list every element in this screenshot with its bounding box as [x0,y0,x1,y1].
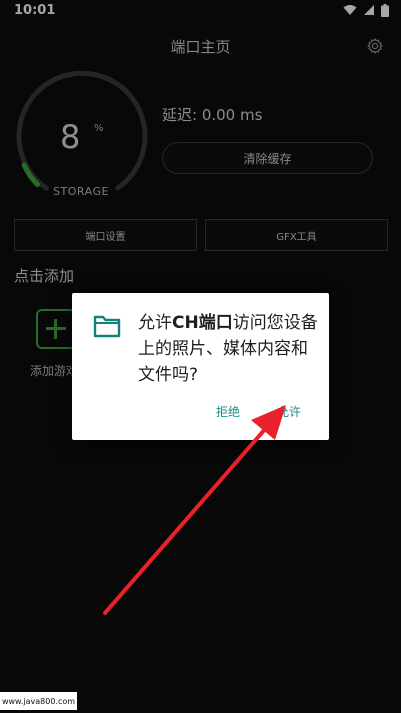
permission-dialog: 允许CH端口访问您设备上的照片、媒体内容和文件吗? 拒绝 允许 [72,293,329,440]
folder-icon [93,315,121,338]
watermark: www.java800.com [0,692,77,710]
dialog-text-prefix: 允许 [138,313,172,333]
allow-button[interactable]: 允许 [277,403,301,420]
deny-button[interactable]: 拒绝 [216,403,240,420]
dialog-app-name: CH端口 [172,313,233,333]
dialog-message: 允许CH端口访问您设备上的照片、媒体内容和文件吗? [138,310,323,388]
